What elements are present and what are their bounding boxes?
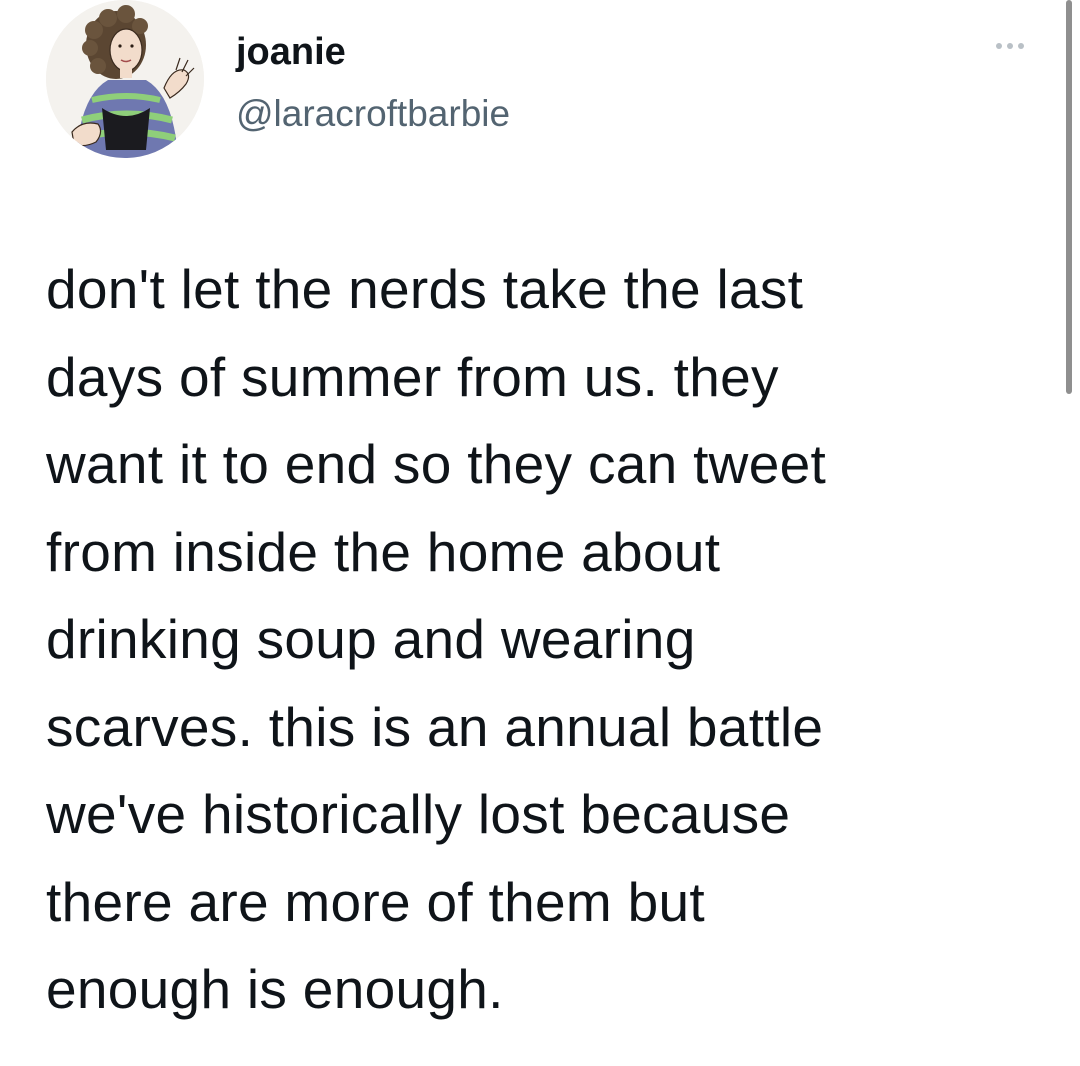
illustrated-avatar-icon: [46, 0, 204, 158]
avatar[interactable]: [46, 0, 204, 158]
more-horizontal-icon: [996, 43, 1002, 49]
display-name[interactable]: joanie: [236, 28, 346, 76]
user-handle[interactable]: @laracroftbarbie: [236, 90, 510, 138]
more-dot: [1007, 43, 1013, 49]
more-options-button[interactable]: [988, 34, 1032, 58]
tweet-text: don't let the nerds take the last days o…: [46, 258, 827, 1020]
tweet: joanie @laracroftbarbie don't let the ne…: [0, 0, 1080, 1066]
scrollbar[interactable]: [1066, 0, 1072, 394]
more-dot: [1018, 43, 1024, 49]
